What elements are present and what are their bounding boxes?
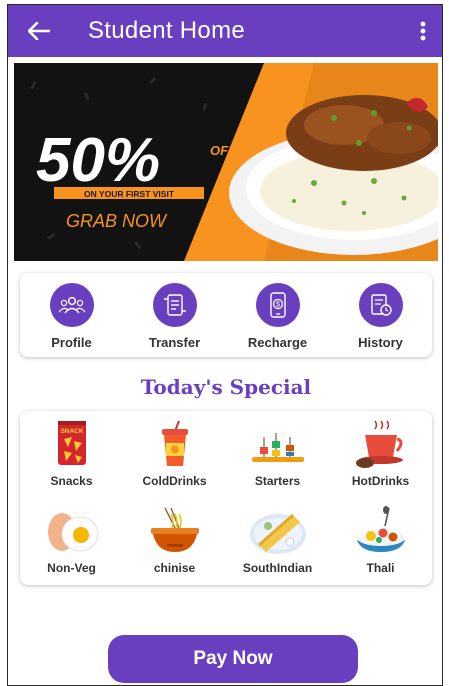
food-label: Snacks — [50, 474, 93, 488]
recharge-button[interactable]: $ — [255, 283, 300, 327]
noodles-icon — [150, 507, 199, 552]
banner-cta: GRAB NOW — [66, 211, 168, 231]
pay-now-button[interactable]: Pay Now — [108, 635, 358, 683]
food-item-nonveg[interactable]: Non-Veg — [20, 498, 123, 585]
snack-icon: SNACK — [57, 421, 86, 465]
dosa-icon — [249, 514, 306, 554]
service-label: Transfer — [148, 335, 201, 350]
transfer-icon — [163, 294, 186, 316]
history-button[interactable] — [358, 283, 403, 327]
service-recharge[interactable]: $ Recharge — [233, 283, 323, 350]
food-label: ColdDrinks — [142, 474, 207, 488]
app-bar: Student Home — [8, 5, 442, 57]
food-item-thali[interactable]: Thali — [329, 498, 432, 585]
service-label: History — [358, 335, 403, 350]
food-label: SouthIndian — [242, 561, 313, 575]
food-label: Non-Veg — [47, 561, 96, 575]
food-item-chinise[interactable]: chinise — [123, 498, 226, 585]
food-item-colddrinks[interactable]: ColdDrinks — [123, 411, 226, 498]
service-transfer[interactable]: Transfer — [130, 283, 220, 350]
promo-banner-art: 50% OFF ON YOUR FIRST VISIT GRAB NOW — [14, 63, 438, 261]
food-label: Starters — [254, 474, 301, 488]
thali-icon — [356, 506, 405, 552]
food-item-hotdrinks[interactable]: HotDrinks — [329, 411, 432, 498]
hot-drink-icon — [355, 420, 403, 468]
svg-text:$: $ — [276, 302, 280, 309]
cold-drink-icon — [161, 420, 188, 466]
egg-icon — [47, 513, 98, 552]
page-title: Student Home — [88, 17, 246, 44]
food-label: chinise — [153, 561, 196, 575]
service-profile[interactable]: Profile — [27, 283, 117, 350]
overflow-menu-button[interactable] — [410, 5, 436, 57]
service-label: Profile — [51, 335, 92, 350]
banner-subtitle: ON YOUR FIRST VISIT — [84, 189, 175, 199]
arrow-left-icon — [28, 22, 50, 40]
history-icon — [370, 294, 392, 316]
services-card: Profile Transfer $ Recharge History — [20, 273, 432, 357]
recharge-icon: $ — [269, 292, 286, 318]
food-item-starters[interactable]: Starters — [226, 411, 329, 498]
users-icon — [58, 296, 85, 314]
starters-icon — [251, 433, 304, 462]
transfer-button[interactable] — [152, 283, 197, 327]
service-label: Recharge — [247, 335, 308, 350]
food-label: Thali — [366, 561, 395, 575]
back-button[interactable] — [16, 5, 62, 57]
more-vertical-icon — [420, 21, 426, 41]
section-title-todays-special: Today's Special — [140, 375, 312, 399]
banner-discount-suffix: OFF — [210, 143, 237, 158]
food-category-grid: SNACK Snacks ColdDrinks Starters HotDrin… — [20, 411, 432, 585]
food-label: HotDrinks — [351, 474, 410, 488]
snack-pack-text: SNACK — [60, 428, 83, 435]
promo-banner[interactable]: 50% OFF ON YOUR FIRST VISIT GRAB NOW — [14, 63, 438, 261]
banner-discount: 50% — [36, 126, 160, 195]
app-screen: Student Home 50% OFF ON YOUR FIRST VISIT… — [7, 4, 443, 686]
profile-button[interactable] — [49, 283, 94, 327]
food-item-southindian[interactable]: SouthIndian — [226, 498, 329, 585]
service-history[interactable]: History — [336, 283, 426, 350]
food-item-snacks[interactable]: SNACK Snacks — [20, 411, 123, 498]
